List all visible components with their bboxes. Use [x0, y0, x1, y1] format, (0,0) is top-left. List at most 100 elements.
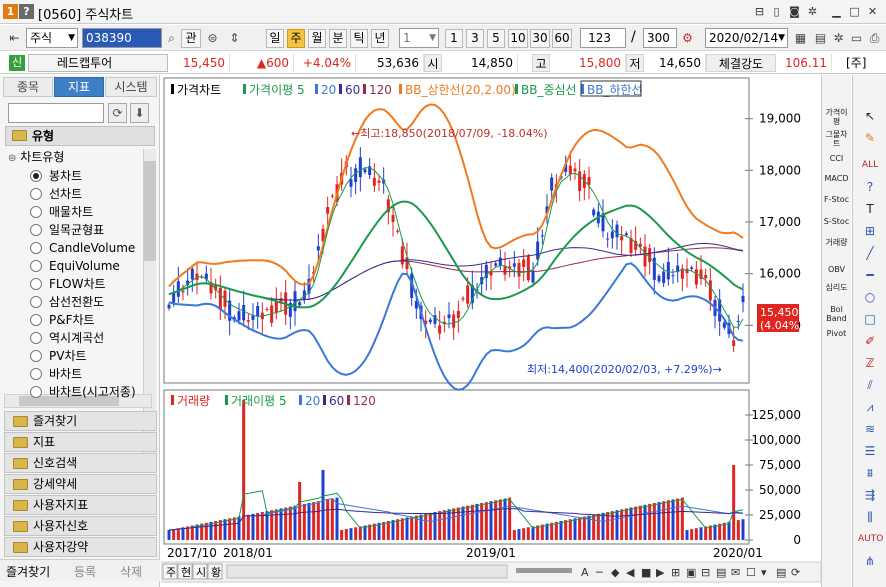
- minimize-icon[interactable]: ▁: [829, 4, 844, 19]
- radio-icon[interactable]: [30, 206, 42, 218]
- quick-5[interactable]: 5: [487, 29, 505, 48]
- radio-icon[interactable]: [30, 296, 42, 308]
- tab-stock[interactable]: 종목: [3, 77, 53, 97]
- question-icon[interactable]: ?: [858, 177, 882, 197]
- fibonacci-icon[interactable]: ☰: [858, 441, 882, 461]
- gear-icon[interactable]: ✲: [805, 4, 820, 19]
- indicator-shortcut[interactable]: 거래량: [823, 238, 850, 247]
- maximize-icon[interactable]: □: [847, 4, 862, 19]
- text-icon[interactable]: T: [858, 199, 882, 219]
- count-input[interactable]: 123: [580, 28, 626, 48]
- register-button[interactable]: 등록: [74, 563, 96, 580]
- folder-section[interactable]: 사용자강약: [4, 537, 157, 557]
- indicator-shortcut[interactable]: 그물차트: [823, 130, 850, 148]
- quick-30[interactable]: 30: [530, 29, 550, 48]
- refresh-icon[interactable]: ⚙: [679, 30, 696, 47]
- indicator-shortcut[interactable]: MACD: [823, 174, 850, 183]
- market-select[interactable]: 주식 ▼: [26, 28, 78, 48]
- stock-code-input[interactable]: 038390: [82, 28, 162, 48]
- period-day[interactable]: 일: [266, 29, 284, 48]
- list-header[interactable]: 유형: [5, 126, 155, 146]
- indicator-shortcut[interactable]: 가격이평: [823, 108, 850, 126]
- table-icon[interactable]: ▤: [812, 30, 829, 47]
- refresh-list-icon[interactable]: ⟳: [108, 103, 127, 123]
- tab-indicator[interactable]: 지표: [54, 77, 104, 97]
- chart-area[interactable]: 19,00018,00017,00016,00015,000가격차트가격이평 5…: [161, 75, 821, 587]
- indicator-shortcut[interactable]: S-Stoc: [823, 217, 850, 226]
- chart-type-item[interactable]: 선차트: [30, 185, 82, 203]
- magnet-icon[interactable]: ⋔: [858, 551, 882, 571]
- scroll-icon[interactable]: ⊜: [204, 30, 221, 47]
- radio-icon[interactable]: [30, 314, 42, 326]
- chart-type-item[interactable]: PV차트: [30, 347, 87, 365]
- indicator-shortcut[interactable]: Bol Band: [823, 305, 850, 323]
- favorites-tab[interactable]: 즐겨찾기: [6, 563, 50, 580]
- quick-60[interactable]: 60: [552, 29, 572, 48]
- chart-type-item[interactable]: 일목균형표: [30, 221, 104, 239]
- quick-1[interactable]: 1: [445, 29, 463, 48]
- radio-icon[interactable]: [30, 260, 42, 272]
- close-icon[interactable]: ✕: [865, 4, 880, 19]
- rect-icon[interactable]: □: [858, 309, 882, 329]
- chart-canvas[interactable]: 19,00018,00017,00016,00015,000가격차트가격이평 5…: [161, 75, 821, 587]
- trendline-icon[interactable]: ╱: [858, 243, 882, 263]
- pen-icon[interactable]: ✐: [858, 331, 882, 351]
- list-scrollbar-thumb[interactable]: [144, 161, 156, 261]
- interval-select[interactable]: 1 ▼: [399, 28, 439, 48]
- auto-icon[interactable]: AUTO: [858, 529, 883, 549]
- save-icon[interactable]: ▭: [848, 30, 865, 47]
- first-record-icon[interactable]: ⇤: [6, 30, 23, 47]
- chart-type-item[interactable]: EquiVolume: [30, 257, 120, 275]
- quick-3[interactable]: 3: [466, 29, 484, 48]
- folder-section[interactable]: 사용자신호: [4, 516, 157, 536]
- folder-section[interactable]: 사용자지표: [4, 495, 157, 515]
- help-icon[interactable]: ?: [19, 4, 34, 19]
- chart-type-item[interactable]: FLOW차트: [30, 275, 106, 293]
- radio-icon[interactable]: [30, 188, 42, 200]
- radio-icon[interactable]: [30, 332, 42, 344]
- indicator-shortcut[interactable]: OBV: [823, 265, 850, 274]
- folder-section[interactable]: 강세약세: [4, 474, 157, 494]
- chart-type-item[interactable]: CandleVolume: [30, 239, 135, 257]
- eraser-icon[interactable]: ✎: [858, 128, 882, 148]
- copy-icon[interactable]: ▯: [769, 4, 784, 19]
- hline-icon[interactable]: ━: [858, 265, 882, 285]
- print-icon[interactable]: ⎙: [866, 30, 883, 47]
- search-icon[interactable]: ⌕: [163, 30, 180, 47]
- layout-icon[interactable]: ▦: [792, 30, 809, 47]
- download-icon[interactable]: ⬇: [130, 103, 149, 123]
- tab-system[interactable]: 시스템: [105, 77, 157, 97]
- folder-section[interactable]: 지표: [4, 432, 157, 452]
- settings-icon[interactable]: ✲: [830, 30, 847, 47]
- quick-10[interactable]: 10: [508, 29, 528, 48]
- fan-icon[interactable]: ⩘: [858, 397, 882, 417]
- measure-icon[interactable]: ⊞: [858, 221, 882, 241]
- period-year[interactable]: 년: [371, 29, 389, 48]
- arrow-icon[interactable]: ⇶: [858, 485, 882, 505]
- indicator-shortcut[interactable]: 심리도: [823, 283, 850, 292]
- radio-icon[interactable]: [30, 242, 42, 254]
- date-input[interactable]: 2020/02/14 ▼: [705, 28, 788, 48]
- folder-section[interactable]: 즐겨찾기: [4, 411, 157, 431]
- up-down-icon[interactable]: ⇕: [226, 30, 243, 47]
- period-month[interactable]: 월: [308, 29, 326, 48]
- channel-icon[interactable]: ⫽: [858, 375, 882, 395]
- period-minute[interactable]: 분: [329, 29, 347, 48]
- indicator-shortcut[interactable]: Pivot: [823, 329, 850, 338]
- cursor-icon[interactable]: ↖: [858, 106, 882, 126]
- gann-icon[interactable]: ≋: [858, 419, 882, 439]
- indicator-search-input[interactable]: [8, 103, 104, 123]
- chart-type-item[interactable]: 역시계곡선: [30, 329, 104, 347]
- zigzag-icon[interactable]: ℤ: [858, 353, 882, 373]
- indicator-shortcut[interactable]: CCI: [823, 154, 850, 163]
- gwan-button[interactable]: 관: [181, 29, 201, 48]
- cycle-icon[interactable]: ⫼: [858, 507, 882, 527]
- folder-section[interactable]: 신호검색: [4, 453, 157, 473]
- chart-type-item[interactable]: 삼선전환도: [30, 293, 104, 311]
- indicator-shortcut[interactable]: F-Stoc: [823, 195, 850, 204]
- tree-root[interactable]: ⊜ 차트유형: [8, 148, 64, 166]
- link-icon[interactable]: ⊟: [752, 4, 767, 19]
- radio-icon[interactable]: [30, 278, 42, 290]
- camera-icon[interactable]: ◙: [787, 4, 802, 19]
- radio-icon[interactable]: [30, 170, 42, 182]
